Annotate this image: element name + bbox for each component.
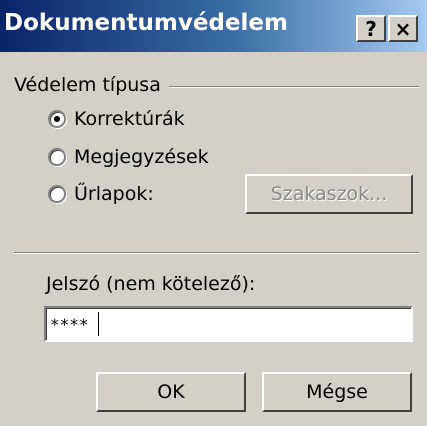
document-protection-dialog: Dokumentumvédelem ? × Védelem típusa Kor… [0, 0, 427, 426]
radio-option-megjegyzesek[interactable]: Megjegyzések [48, 143, 209, 171]
radio-selected-dot [54, 116, 60, 122]
radio-label-megjegyzesek: Megjegyzések [74, 146, 209, 168]
sections-button[interactable]: Szakaszok... [245, 174, 413, 214]
protection-group-label: Védelem típusa [14, 74, 169, 96]
radio-label-korrekturak: Korrektúrák [74, 108, 185, 130]
radio-button[interactable] [48, 185, 66, 203]
dialog-title: Dokumentumvédelem [4, 10, 288, 36]
radio-option-korrekturak[interactable]: Korrektúrák [48, 105, 185, 133]
separator [14, 252, 419, 254]
text-caret [98, 312, 99, 336]
radio-option-urlapok[interactable]: Űrlapok: [48, 180, 154, 208]
password-label: Jelszó (nem kötelező): [46, 273, 256, 295]
radio-button[interactable] [48, 110, 66, 128]
help-button[interactable]: ? [356, 15, 386, 42]
radio-button[interactable] [48, 148, 66, 166]
ok-button[interactable]: OK [96, 372, 246, 412]
cancel-button[interactable]: Mégse [262, 372, 412, 412]
password-field[interactable] [44, 306, 413, 342]
title-bar[interactable]: Dokumentumvédelem ? × [0, 0, 427, 52]
radio-label-urlapok: Űrlapok: [74, 183, 154, 205]
close-button[interactable]: × [388, 15, 418, 42]
